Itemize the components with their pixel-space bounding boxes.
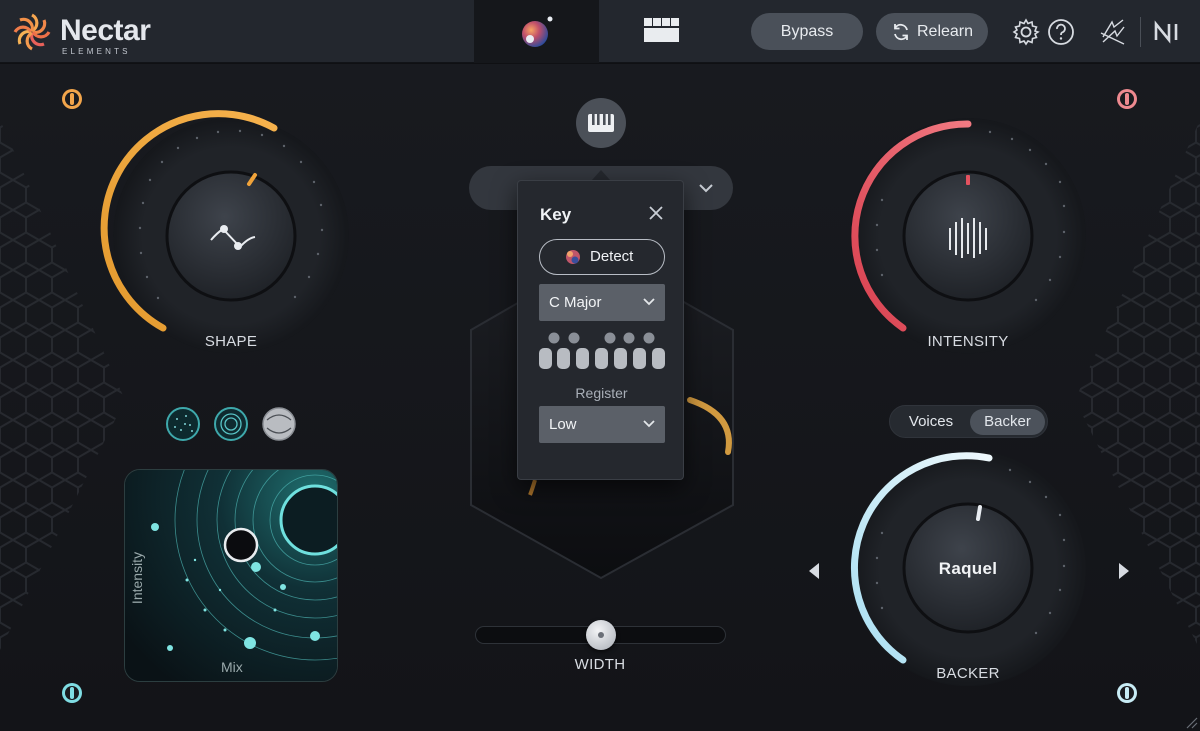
chevron-down-icon (643, 298, 655, 306)
backer-knob-control[interactable] (904, 504, 1032, 632)
ni-icon[interactable] (1153, 17, 1183, 47)
key-popup-title: Key (540, 205, 572, 224)
resize-grip-icon[interactable] (1184, 715, 1198, 729)
toggle-backer[interactable]: Backer (970, 409, 1045, 435)
backer-label: BACKER (936, 665, 1000, 682)
orb-icon (522, 16, 553, 47)
width-label: WIDTH (574, 656, 626, 673)
header-divider (1140, 17, 1141, 47)
refresh-icon (894, 23, 908, 41)
izotope-icon[interactable] (1098, 17, 1128, 47)
key-selector-button-hit[interactable] (576, 98, 626, 148)
tab-modules[interactable] (600, 0, 722, 63)
chevron-down-icon (643, 420, 655, 428)
intensity-label: INTENSITY (927, 333, 1009, 350)
relearn-label: Relearn (916, 23, 974, 40)
mix-intensity-pad[interactable]: Intensity Mix (124, 469, 338, 682)
key-select-value: C Major (549, 294, 602, 311)
style-button-rings[interactable] (215, 408, 247, 440)
tab-assistant[interactable] (474, 0, 599, 63)
style-button-sparkle[interactable] (167, 408, 199, 440)
pad-y-label: Intensity (129, 551, 146, 605)
grid-icon (644, 18, 679, 42)
register-select-value: Low (549, 416, 577, 433)
scale-keyboard (539, 332, 665, 369)
pad-x-label: Mix (221, 659, 243, 675)
width-slider-handle[interactable] (586, 620, 616, 650)
app-header: Nectar ELEMENTS Bypass Relearn (0, 0, 1200, 63)
prev-backer-button[interactable] (800, 558, 826, 584)
app-name: Nectar (60, 14, 151, 47)
shape-label: SHAPE (204, 333, 258, 350)
toggle-voices[interactable]: Voices (894, 409, 968, 435)
help-icon[interactable] (1046, 17, 1076, 47)
key-popup: Key Detect C Major Register Low (517, 180, 684, 480)
settings-icon[interactable] (1011, 17, 1041, 47)
key-select[interactable]: C Major (539, 284, 665, 321)
relearn-button[interactable]: Relearn (876, 13, 988, 50)
pad-visual (125, 470, 337, 681)
close-icon[interactable] (646, 203, 666, 223)
style-button-metal[interactable] (263, 408, 295, 440)
orb-icon (566, 250, 580, 264)
intensity-knob-control[interactable] (904, 172, 1032, 300)
bypass-button[interactable]: Bypass (751, 13, 863, 50)
register-select[interactable]: Low (539, 406, 665, 443)
shape-knob-control[interactable] (167, 172, 295, 300)
nectar-logo-icon (13, 13, 51, 51)
app-logo: Nectar ELEMENTS (10, 8, 170, 56)
app-subtitle: ELEMENTS (62, 47, 131, 56)
voices-backer-toggle: Voices Backer (889, 405, 1048, 438)
register-label: Register (575, 385, 628, 401)
detect-button[interactable]: Detect (539, 239, 665, 275)
next-backer-button[interactable] (1112, 558, 1138, 584)
detect-label: Detect (590, 248, 634, 265)
